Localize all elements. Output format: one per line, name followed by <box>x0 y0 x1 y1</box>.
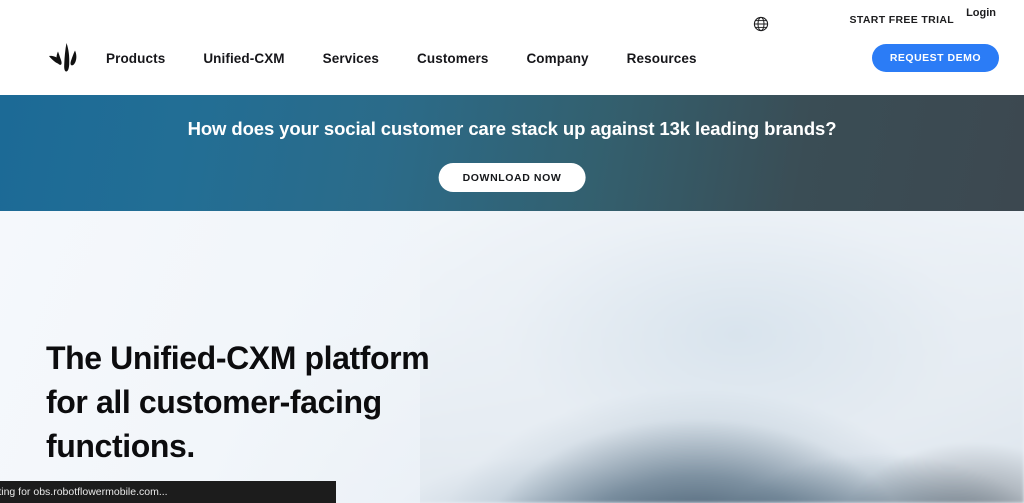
request-demo-button[interactable]: REQUEST DEMO <box>871 44 999 72</box>
browser-page: Products Unified-CXM Services Customers … <box>0 0 1024 503</box>
start-free-trial-link[interactable]: START FREE TRIAL <box>849 14 954 27</box>
promo-headline: How does your social customer care stack… <box>187 118 837 139</box>
hero-title-line-1: The Unified-CXM platform <box>46 340 430 376</box>
login-link[interactable]: Login <box>966 7 996 19</box>
sprinklr-logo-icon <box>49 43 77 72</box>
nav-item-services[interactable]: Services <box>323 45 379 72</box>
header-utility-row: START FREE TRIAL Login <box>754 7 996 32</box>
status-bar-text: iting for obs.robotflowermobile.com... <box>0 486 168 498</box>
nav-item-resources[interactable]: Resources <box>627 45 697 72</box>
download-now-button[interactable]: DOWNLOAD NOW <box>438 163 586 192</box>
globe-icon-glyph <box>754 16 769 32</box>
main-navigation: Products Unified-CXM Services Customers … <box>106 45 697 72</box>
nav-item-unified-cxm[interactable]: Unified-CXM <box>203 45 284 72</box>
nav-item-products[interactable]: Products <box>106 45 165 72</box>
hero-title-line-3: functions. <box>46 428 195 464</box>
promo-banner: How does your social customer care stack… <box>0 95 1024 211</box>
site-header: Products Unified-CXM Services Customers … <box>0 0 1024 95</box>
globe-icon[interactable] <box>753 16 769 32</box>
nav-item-company[interactable]: Company <box>526 45 588 72</box>
nav-item-customers[interactable]: Customers <box>417 45 488 72</box>
hero-title-line-2: for all customer-facing <box>46 384 382 420</box>
sprinklr-logo[interactable] <box>44 38 88 78</box>
page-title: The Unified-CXM platform for all custome… <box>46 336 526 468</box>
browser-status-bar: iting for obs.robotflowermobile.com... <box>0 481 336 503</box>
header-utility-area: START FREE TRIAL Login REQUEST DEMO <box>754 0 1024 95</box>
